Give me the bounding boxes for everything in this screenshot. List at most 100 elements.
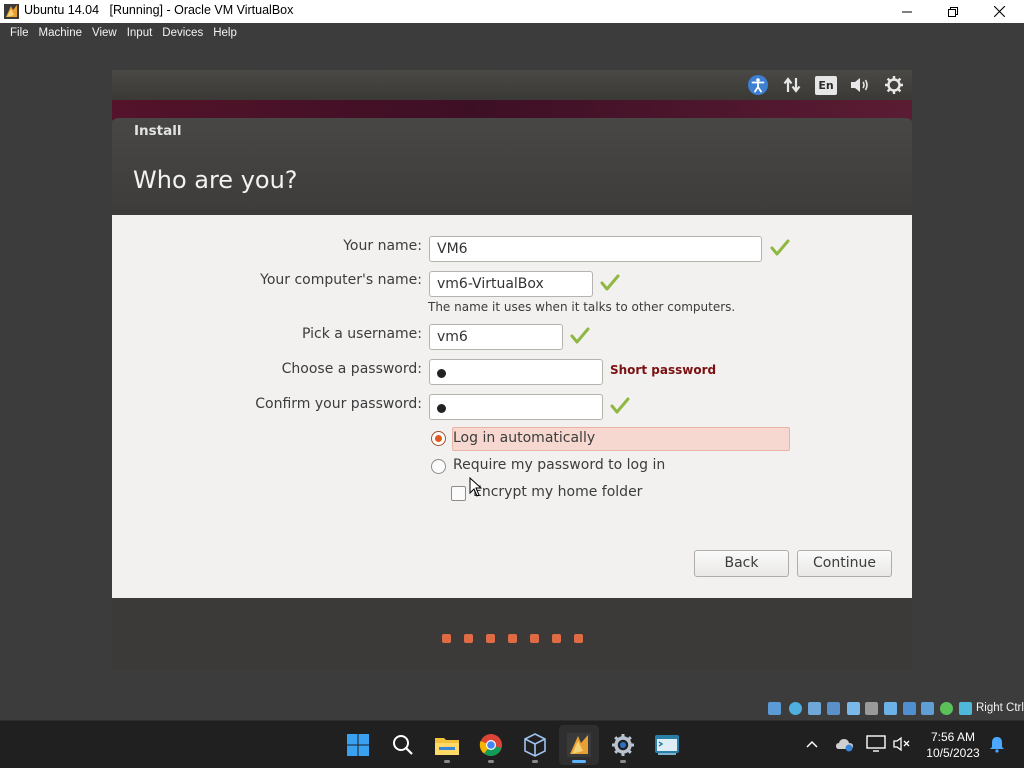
accessibility-indicator[interactable] [747, 74, 769, 96]
file-explorer-button[interactable] [427, 725, 467, 765]
page-title: Who are you? [133, 166, 298, 194]
running-indicator [444, 760, 450, 763]
computer-name-field[interactable]: vm6-VirtualBox [429, 271, 593, 297]
show-hidden-icons-button[interactable] [801, 733, 823, 755]
progress-dot [530, 634, 539, 643]
volume-tray[interactable] [891, 733, 913, 755]
virtualbox-icon [524, 733, 546, 757]
computer-name-value: vm6-VirtualBox [437, 276, 544, 292]
vbox-menu-bar: File Machine View Input Devices Help [0, 23, 1024, 42]
password-mask-dot [437, 369, 446, 378]
installer-title: Install [134, 123, 182, 139]
menu-view[interactable]: View [87, 27, 122, 39]
password-field[interactable] [429, 359, 603, 385]
maximize-icon [948, 6, 958, 17]
terminal-app-icon [655, 735, 679, 755]
hard-disk-icon[interactable] [768, 702, 781, 715]
chrome-button[interactable] [471, 725, 511, 765]
menu-file[interactable]: File [5, 27, 34, 39]
back-button[interactable]: Back [694, 550, 789, 577]
accessibility-icon [748, 75, 768, 95]
settings-button[interactable] [603, 725, 643, 765]
ubuntu-vm-window-button[interactable] [559, 725, 599, 765]
usb-icon[interactable] [847, 702, 860, 715]
maximize-button[interactable] [930, 0, 976, 23]
windows-taskbar: 7:56 AM 10/5/2023 [0, 720, 1024, 768]
onedrive-tray[interactable] [834, 733, 856, 755]
session-indicator[interactable] [883, 74, 905, 96]
password-mask-dot [437, 404, 446, 413]
volume-indicator[interactable] [849, 74, 871, 96]
virtualization-icon[interactable] [921, 702, 934, 715]
login-automatically-radio[interactable] [431, 431, 446, 446]
chrome-icon [479, 734, 502, 756]
network-indicator[interactable] [781, 74, 803, 96]
running-indicator [620, 760, 626, 763]
optical-drive-icon[interactable] [789, 702, 802, 715]
clock-date: 10/5/2023 [926, 746, 980, 760]
network-icon[interactable] [827, 702, 840, 715]
computer-name-label: Your computer's name: [260, 272, 422, 288]
ubuntu-top-panel: En [112, 70, 912, 100]
settings-icon [612, 734, 634, 756]
window-title: Ubuntu 14.04 [Running] - Oracle VM Virtu… [24, 3, 294, 17]
close-icon [993, 6, 1005, 17]
keyboard-layout-indicator[interactable]: En [815, 74, 837, 96]
installer-header: Install Who are you? [112, 118, 912, 215]
checkmark-icon [610, 397, 630, 414]
shared-folders-icon[interactable] [865, 702, 878, 715]
virtualbox-button[interactable] [515, 725, 555, 765]
confirm-password-label: Confirm your password: [255, 396, 422, 412]
audio-icon[interactable] [808, 702, 821, 715]
terminal-app-button[interactable] [647, 725, 687, 765]
network-arrows-icon [783, 77, 801, 93]
progress-dot [552, 634, 561, 643]
menu-devices[interactable]: Devices [157, 27, 208, 39]
keyboard-layout-label: En [815, 75, 837, 95]
virtualbox-vm-icon [4, 4, 19, 19]
vbox-status-bar: Right Ctrl [0, 698, 1024, 720]
volume-icon [851, 78, 868, 92]
checkmark-icon [570, 327, 590, 344]
require-password-label[interactable]: Require my password to log in [453, 457, 665, 473]
your-name-field[interactable]: VM6 [429, 236, 762, 262]
continue-button[interactable]: Continue [797, 550, 892, 577]
progress-dot [574, 634, 583, 643]
virtualbox-vm-icon [567, 733, 591, 757]
menu-help[interactable]: Help [208, 27, 242, 39]
menu-input[interactable]: Input [122, 27, 158, 39]
notification-bell-icon [990, 737, 1004, 753]
encrypt-home-checkbox[interactable] [451, 486, 466, 501]
your-name-value: VM6 [437, 241, 468, 257]
running-indicator [488, 760, 494, 763]
display-monitor-icon [866, 735, 886, 752]
start-button[interactable] [338, 725, 378, 765]
encrypt-home-label[interactable]: Encrypt my home folder [473, 484, 642, 500]
minimize-button[interactable] [884, 0, 930, 23]
search-button[interactable] [383, 725, 423, 765]
mouse-integration-icon[interactable] [940, 702, 953, 715]
confirm-password-field[interactable] [429, 394, 603, 420]
close-button[interactable] [976, 0, 1022, 23]
system-clock[interactable]: 7:56 AM 10/5/2023 [920, 729, 986, 761]
require-password-radio[interactable] [431, 459, 446, 474]
username-field[interactable]: vm6 [429, 324, 563, 350]
checkmark-icon [600, 274, 620, 291]
host-key-label: Right Ctrl [976, 702, 1024, 714]
notifications-button[interactable] [986, 733, 1008, 755]
password-label: Choose a password: [281, 361, 422, 377]
progress-dot [464, 634, 473, 643]
chevron-up-icon [806, 740, 818, 748]
username-label: Pick a username: [301, 326, 422, 342]
window-title-bar[interactable]: Ubuntu 14.04 [Running] - Oracle VM Virtu… [0, 0, 1024, 23]
guest-screen[interactable]: En Install Who are you? Your name: VM6 Y… [112, 70, 912, 670]
display-icon[interactable] [884, 702, 897, 715]
recording-icon[interactable] [903, 702, 916, 715]
speaker-muted-icon [893, 736, 910, 752]
display-tray[interactable] [865, 733, 887, 755]
menu-machine[interactable]: Machine [34, 27, 87, 39]
keyboard-capture-icon[interactable] [959, 702, 972, 715]
desktop-wallpaper [112, 100, 912, 120]
file-explorer-icon [435, 738, 459, 755]
login-automatically-label[interactable]: Log in automatically [453, 430, 595, 446]
